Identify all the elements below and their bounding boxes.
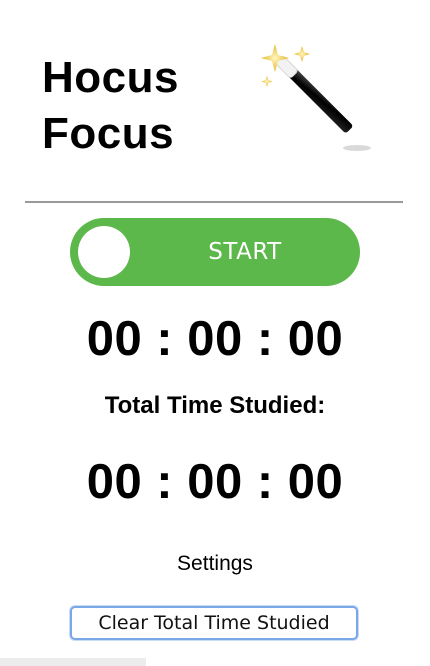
header-divider <box>25 201 403 203</box>
popup-root: Hocus Focus START 00: 00: 00 Total Tim… <box>0 0 430 666</box>
sparkle-medium <box>294 46 310 62</box>
toggle-label: START <box>208 239 282 265</box>
toggle-knob[interactable] <box>78 226 130 278</box>
app-title-line-1: Hocus <box>42 53 179 102</box>
clear-total-time-button[interactable]: Clear Total Time Studied <box>70 606 358 640</box>
total-timer: 00 : 00 : 00 <box>86 455 344 509</box>
app-title-line-2: Focus <box>42 109 175 158</box>
magic-wand-icon <box>261 44 371 151</box>
start-toggle[interactable]: START <box>70 218 360 286</box>
bottom-edge <box>0 658 146 666</box>
settings-link[interactable]: Settings <box>0 549 430 579</box>
session-timer: 00 : 00 : 00 <box>86 312 344 366</box>
total-time-heading: Total Time Studied: <box>104 392 326 419</box>
app-title: Hocus Focus <box>42 50 262 162</box>
sparkle-small <box>261 76 273 87</box>
